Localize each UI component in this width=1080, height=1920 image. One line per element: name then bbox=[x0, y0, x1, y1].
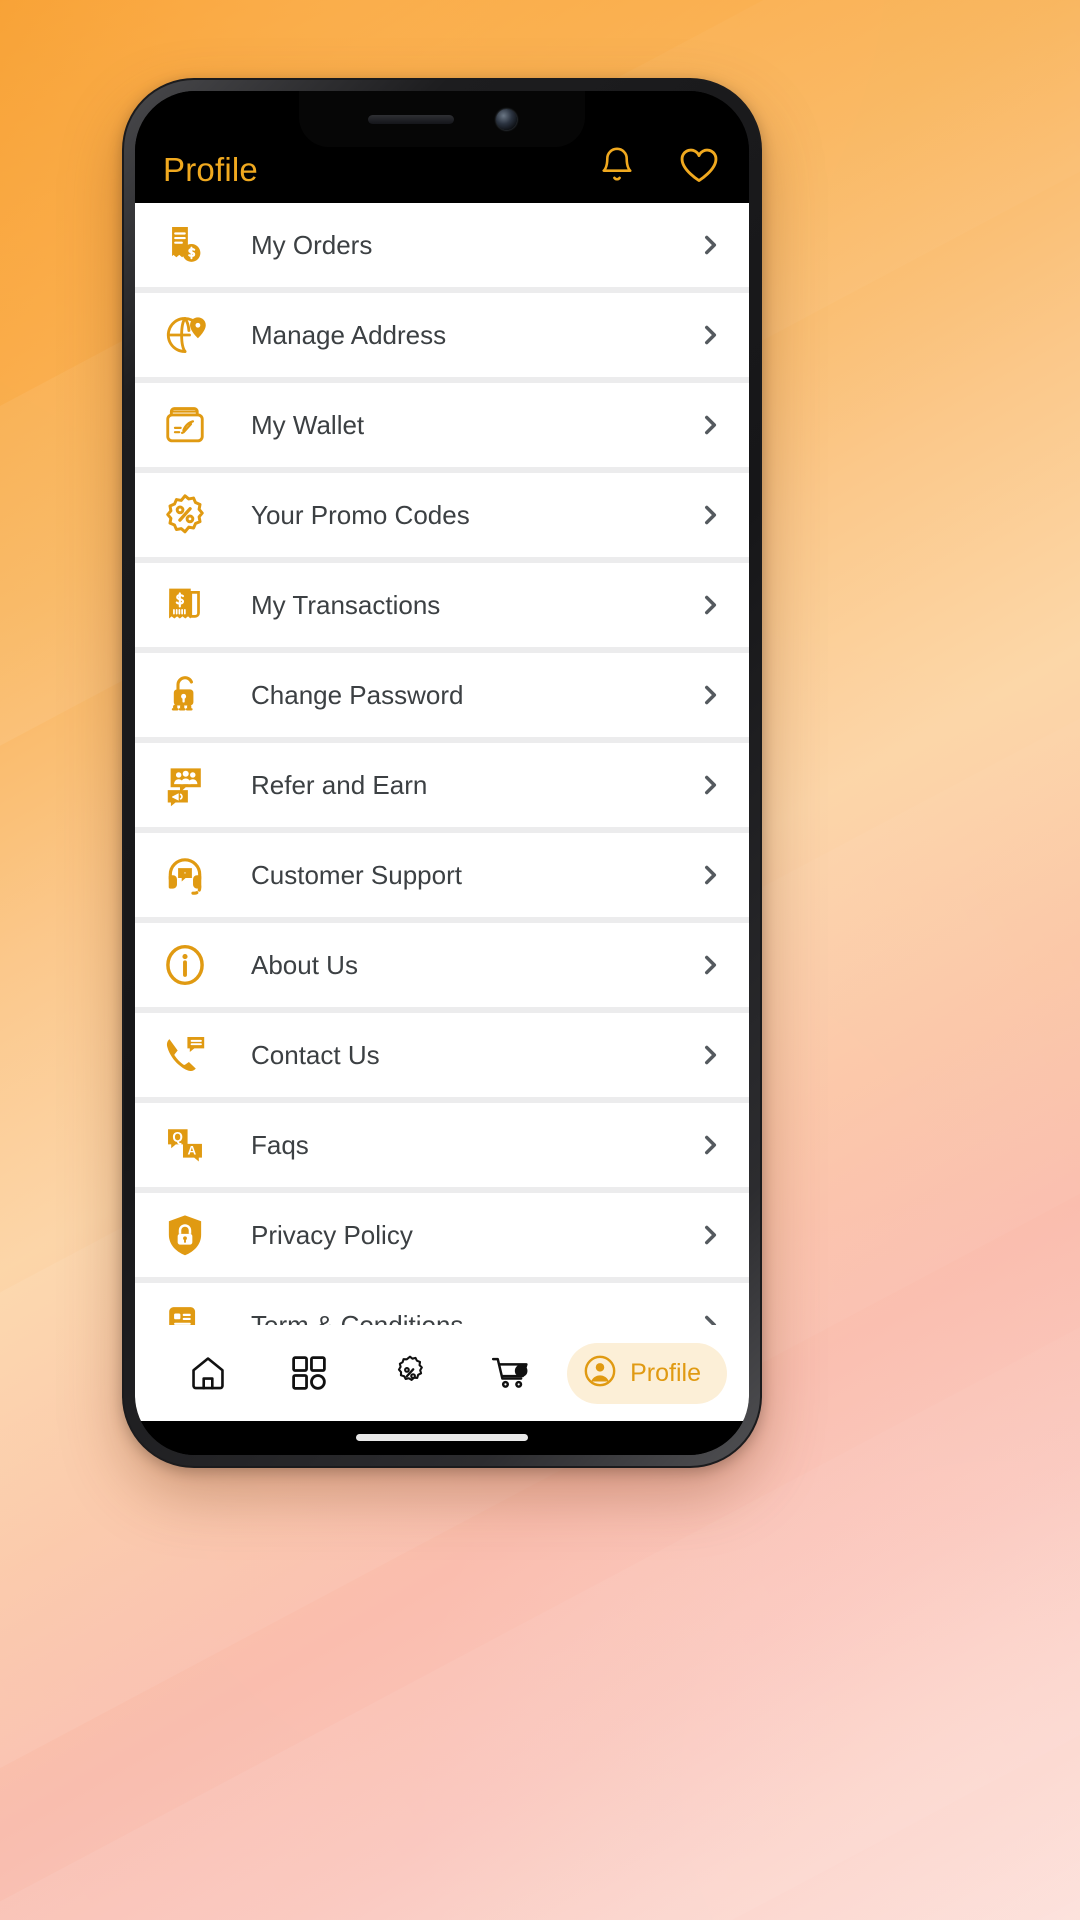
menu-item-label: Contact Us bbox=[251, 1039, 380, 1070]
menu-item-my-orders[interactable]: My Orders bbox=[135, 203, 749, 287]
menu-item-about-us[interactable]: About Us bbox=[135, 923, 749, 1007]
wallet-pen-icon bbox=[149, 402, 221, 448]
menu-item-label: Faqs bbox=[251, 1129, 309, 1160]
phone-chat-icon bbox=[149, 1032, 221, 1078]
menu-item-label: Term & Conditions bbox=[251, 1309, 464, 1326]
menu-item-label: My Orders bbox=[251, 229, 373, 260]
padlock-asterisks-icon bbox=[149, 672, 221, 718]
nav-cart[interactable] bbox=[460, 1353, 561, 1393]
chevron-right-icon bbox=[697, 412, 723, 438]
info-circle-icon bbox=[149, 941, 221, 989]
menu-item-change-password[interactable]: Change Password bbox=[135, 653, 749, 737]
menu-item-label: Refer and Earn bbox=[251, 769, 428, 800]
nav-offers[interactable] bbox=[359, 1353, 460, 1393]
chevron-right-icon bbox=[697, 772, 723, 798]
discount-badge-icon bbox=[390, 1353, 430, 1393]
chevron-right-icon bbox=[697, 1042, 723, 1068]
menu-item-my-wallet[interactable]: My Wallet bbox=[135, 383, 749, 467]
chevron-right-icon bbox=[697, 232, 723, 258]
user-circle-icon bbox=[583, 1354, 617, 1393]
phone-device-frame: Profile My Orders Manage Address My Wall… bbox=[122, 78, 762, 1468]
chevron-right-icon bbox=[697, 682, 723, 708]
headset-support-icon bbox=[149, 851, 221, 899]
chevron-right-icon bbox=[697, 952, 723, 978]
home-icon bbox=[188, 1353, 228, 1393]
people-megaphone-icon bbox=[149, 762, 221, 808]
menu-item-refer-and-earn[interactable]: Refer and Earn bbox=[135, 743, 749, 827]
menu-item-faqs[interactable]: Q A Faqs bbox=[135, 1103, 749, 1187]
nav-profile-label: Profile bbox=[630, 1358, 701, 1387]
receipt-dollar-icon bbox=[149, 582, 221, 628]
menu-item-label: Customer Support bbox=[251, 859, 462, 890]
chevron-right-icon bbox=[697, 322, 723, 348]
earpiece-speaker bbox=[367, 114, 454, 124]
order-receipt-dollar-icon bbox=[149, 222, 221, 268]
chevron-right-icon bbox=[697, 862, 723, 888]
nav-profile[interactable]: Profile bbox=[567, 1342, 727, 1404]
chevron-right-icon bbox=[697, 1312, 723, 1325]
globe-location-pin-icon bbox=[149, 311, 221, 359]
profile-menu-list: My Orders Manage Address My Wallet Your … bbox=[135, 203, 749, 1325]
question-answer-bubbles-icon: Q A bbox=[149, 1122, 221, 1168]
menu-item-label: Your Promo Codes bbox=[251, 499, 470, 530]
wishlist-icon[interactable] bbox=[677, 144, 721, 186]
home-indicator bbox=[356, 1434, 528, 1441]
notifications-icon[interactable] bbox=[597, 144, 637, 186]
menu-item-customer-support[interactable]: Customer Support bbox=[135, 833, 749, 917]
front-camera bbox=[495, 108, 517, 130]
shopping-cart-icon bbox=[489, 1353, 533, 1393]
menu-item-label: Privacy Policy bbox=[251, 1219, 413, 1250]
menu-item-label: Change Password bbox=[251, 679, 464, 710]
svg-text:A: A bbox=[188, 1143, 197, 1157]
device-notch bbox=[299, 91, 585, 147]
menu-item-term-and-conditions[interactable]: Term & Conditions bbox=[135, 1283, 749, 1325]
menu-item-privacy-policy[interactable]: Privacy Policy bbox=[135, 1193, 749, 1277]
menu-item-your-promo-codes[interactable]: Your Promo Codes bbox=[135, 473, 749, 557]
percent-badge-icon bbox=[149, 491, 221, 539]
page-title: Profile bbox=[163, 151, 258, 188]
chevron-right-icon bbox=[697, 592, 723, 618]
chevron-right-icon bbox=[697, 502, 723, 528]
menu-item-label: My Wallet bbox=[251, 409, 365, 440]
header-actions bbox=[597, 144, 721, 189]
document-check-icon bbox=[149, 1302, 221, 1325]
phone-screen: Profile My Orders Manage Address My Wall… bbox=[135, 91, 749, 1455]
bottom-navigation: Profile bbox=[135, 1325, 749, 1421]
chevron-right-icon bbox=[697, 1222, 723, 1248]
shield-lock-icon bbox=[149, 1211, 221, 1259]
menu-item-my-transactions[interactable]: My Transactions bbox=[135, 563, 749, 647]
menu-item-label: About Us bbox=[251, 949, 358, 980]
nav-category[interactable] bbox=[258, 1353, 359, 1393]
menu-item-label: Manage Address bbox=[251, 319, 447, 350]
chevron-right-icon bbox=[697, 1132, 723, 1158]
nav-home[interactable] bbox=[157, 1353, 258, 1393]
menu-item-contact-us[interactable]: Contact Us bbox=[135, 1013, 749, 1097]
menu-item-label: My Transactions bbox=[251, 589, 441, 620]
menu-item-manage-address[interactable]: Manage Address bbox=[135, 293, 749, 377]
svg-text:Q: Q bbox=[172, 1130, 183, 1145]
grid-category-icon bbox=[289, 1353, 329, 1393]
